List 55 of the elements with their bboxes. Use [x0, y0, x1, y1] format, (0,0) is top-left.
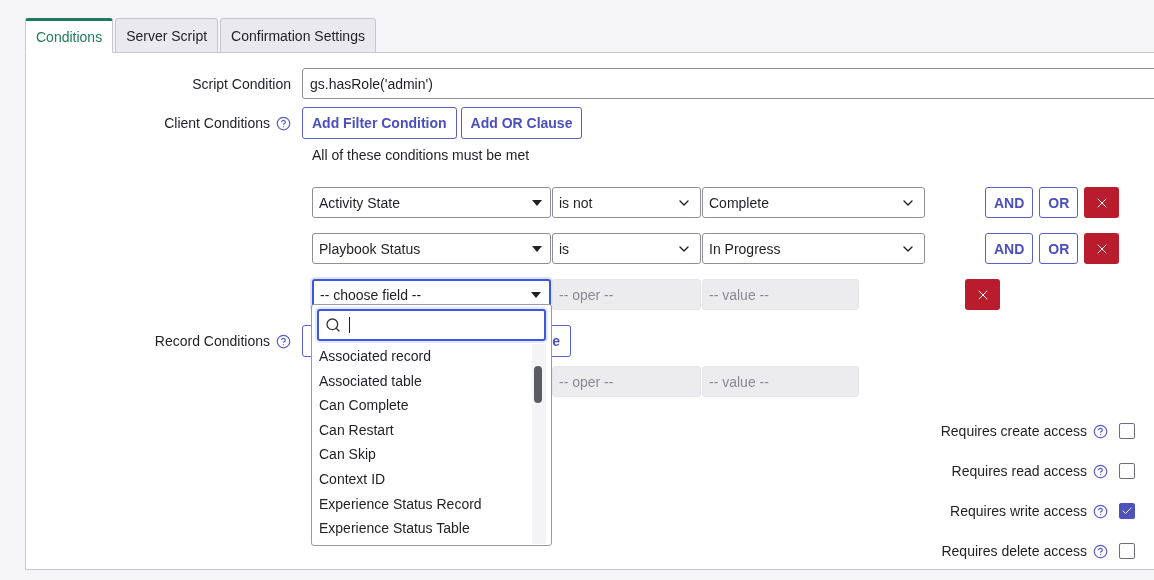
tab[interactable]: Server Script [115, 18, 219, 53]
value-select[interactable]: Complete [702, 187, 925, 218]
dropdown-item[interactable]: Associated table [317, 368, 530, 394]
operator-select[interactable]: is [552, 233, 701, 264]
dropdown-item[interactable]: Can Restart [317, 417, 530, 443]
logic-button[interactable]: OR [1039, 187, 1079, 218]
help-icon[interactable] [1093, 543, 1108, 559]
script-field[interactable]: gs.hasRole('admin') [302, 68, 1154, 99]
field-select[interactable]: Activity State [312, 187, 551, 218]
logic-button[interactable]: AND [985, 233, 1034, 264]
dropdown-item[interactable]: Can Complete [317, 393, 530, 418]
delete-button[interactable] [1084, 233, 1120, 264]
scrollbar-thumb[interactable] [534, 366, 542, 403]
tab[interactable]: Confirmation Settings [220, 18, 376, 53]
checkbox[interactable] [1119, 503, 1135, 519]
help-icon[interactable] [276, 115, 291, 131]
check-icon [1121, 505, 1133, 517]
logic-button[interactable]: OR [1039, 233, 1079, 264]
operator-select[interactable]: is not [552, 187, 701, 218]
field-select[interactable]: Playbook Status [312, 233, 551, 264]
field-label: Script Condition [192, 75, 291, 92]
dropdown-item[interactable]: Associated record [317, 344, 530, 369]
checkbox-label: Requires write access [950, 503, 1087, 519]
dropdown-item[interactable]: Can Skip [317, 442, 530, 467]
checkbox[interactable] [1119, 543, 1135, 559]
search-icon [325, 317, 341, 333]
operator-field: -- oper -- [552, 366, 701, 397]
operator-field: -- oper -- [552, 279, 701, 310]
checkbox-label: Requires read access [951, 463, 1087, 479]
dropdown-item[interactable]: Experience Status Record [317, 491, 530, 517]
field-label: Client Conditions [164, 115, 270, 131]
dropdown-item[interactable]: Context ID [317, 466, 530, 492]
add-button[interactable]: Add Filter Condition [302, 107, 457, 139]
value-select[interactable]: In Progress [702, 233, 925, 264]
value-field: -- value -- [702, 366, 859, 397]
help-icon[interactable] [1093, 423, 1108, 439]
checkbox[interactable] [1119, 463, 1135, 479]
value-field: -- value -- [702, 279, 859, 310]
caret-icon [532, 199, 542, 206]
checkbox-label: Requires create access [940, 423, 1087, 439]
dropdown-item[interactable]: Experience Status Table [317, 516, 530, 541]
help-icon[interactable] [276, 333, 291, 349]
help-icon[interactable] [1093, 463, 1108, 479]
caret-icon [531, 291, 541, 298]
checkbox[interactable] [1119, 423, 1135, 439]
checkbox-label: Requires delete access [941, 543, 1087, 559]
add-button[interactable]: Add OR Clause [460, 107, 583, 139]
search-field[interactable] [317, 309, 546, 341]
tab[interactable]: Conditions [25, 18, 114, 53]
help-icon[interactable] [1093, 503, 1108, 519]
delete-button[interactable] [1084, 187, 1120, 218]
caret-icon [532, 245, 542, 252]
field-label: Record Conditions [154, 333, 270, 349]
logic-button[interactable]: AND [985, 187, 1034, 218]
conditions-note: All of these conditions must be met [312, 147, 530, 163]
